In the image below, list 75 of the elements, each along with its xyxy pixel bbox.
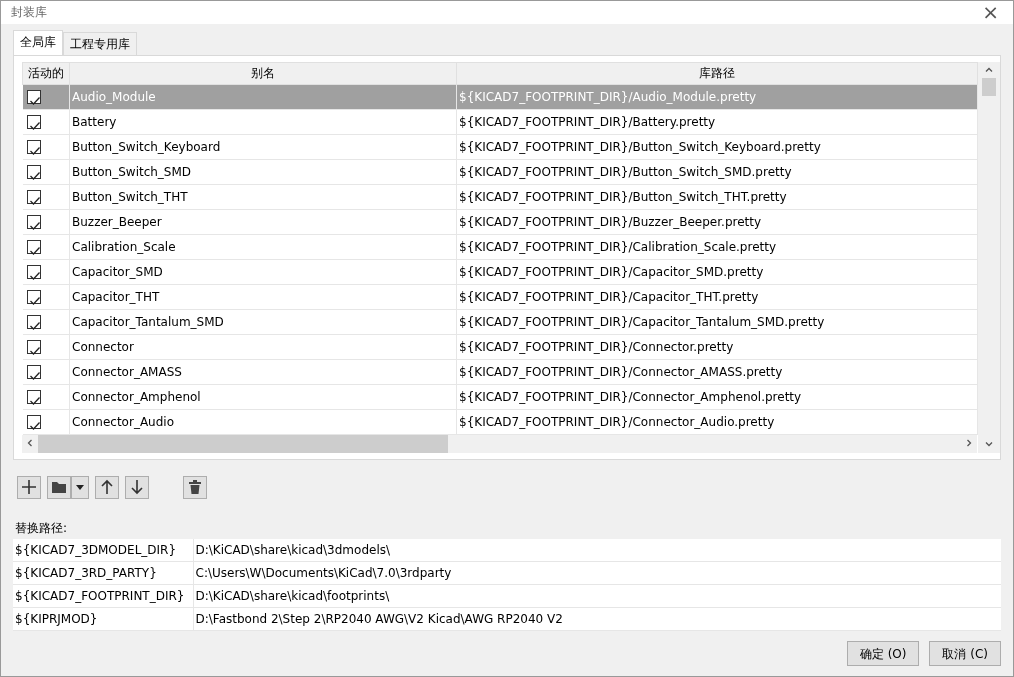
table-cell[interactable]: Buzzer_Beeper — [69, 209, 457, 234]
table-cell[interactable]: ${KICAD7_FOOTPRINT_DIR}/Connector_AMASS.pretty — [456, 359, 978, 384]
table-cell[interactable]: D:\KiCAD\share\kicad\3dmodels\ — [193, 538, 1001, 562]
checkbox[interactable] — [26, 140, 41, 154]
checkbox[interactable] — [26, 365, 41, 379]
scroll-left-icon[interactable] — [26, 439, 34, 448]
checkbox[interactable] — [26, 165, 41, 179]
folder-button[interactable] — [47, 475, 71, 499]
tab[interactable]: 工程专用库 — [63, 31, 137, 55]
table-cell[interactable]: Capacitor_THT — [69, 284, 457, 309]
checkbox[interactable] — [26, 265, 41, 279]
table-cell[interactable]: Capacitor_SMD — [69, 259, 457, 284]
move-up-button[interactable] — [95, 475, 119, 499]
tab[interactable]: 全局库 — [13, 29, 63, 55]
table-cell[interactable]: Button_Switch_SMD — [69, 159, 457, 184]
table-cell[interactable]: ${KICAD7_FOOTPRINT_DIR}/Buzzer_Beeper.pretty — [456, 209, 978, 234]
table-cell[interactable]: ${KICAD7_FOOTPRINT_DIR}/Button_Switch_SMD.pretty — [456, 159, 978, 184]
scroll-down-icon[interactable] — [985, 440, 993, 448]
dropdown-icon — [75, 483, 85, 491]
table-cell[interactable]: ${KICAD7_FOOTPRINT_DIR}/Battery.pretty — [456, 109, 978, 134]
table-cell[interactable]: ${KICAD7_3RD_PARTY} — [13, 561, 193, 585]
delete-button[interactable] — [183, 475, 207, 499]
column-header[interactable]: 别名 — [69, 62, 457, 84]
scroll-right-icon[interactable] — [965, 439, 973, 448]
checkbox[interactable] — [26, 315, 41, 329]
table-cell[interactable]: Connector_AMASS — [69, 359, 457, 384]
table-cell[interactable]: Button_Switch_THT — [69, 184, 457, 209]
close-button[interactable]: × — [978, 2, 1003, 23]
move-down-button[interactable] — [125, 475, 149, 499]
checkbox[interactable] — [26, 215, 41, 229]
dialog-button[interactable]: 取消 (C) — [929, 641, 1001, 666]
table-cell[interactable]: ${KICAD7_3DMODEL_DIR} — [13, 538, 193, 562]
table-cell[interactable]: D:\KiCAD\share\kicad\footprints\ — [193, 584, 1001, 608]
checkbox[interactable] — [26, 115, 41, 129]
table-cell[interactable]: ${KICAD7_FOOTPRINT_DIR}/Capacitor_Tantalum_SMD.pretty — [456, 309, 978, 334]
table-cell[interactable]: ${KICAD7_FOOTPRINT_DIR}/Connector_Audio.pretty — [456, 409, 978, 434]
column-header[interactable]: 库路径 — [456, 62, 978, 84]
table-cell[interactable]: Capacitor_Tantalum_SMD — [69, 309, 457, 334]
table-cell[interactable]: Battery — [69, 109, 457, 134]
table-cell[interactable]: Connector_Audio — [69, 409, 457, 434]
table-cell[interactable]: D:\Fastbond 2\Step 2\RP2040 AWG\V2 Kicad\AWG RP2040 V2 — [193, 607, 1001, 631]
table-cell[interactable]: ${KICAD7_FOOTPRINT_DIR} — [13, 584, 193, 608]
table-cell[interactable]: ${KICAD7_FOOTPRINT_DIR}/Button_Switch_THT.pretty — [456, 184, 978, 209]
add-button[interactable] — [17, 475, 41, 499]
table-cell[interactable]: ${KIPRJMOD} — [13, 607, 193, 631]
checkbox[interactable] — [26, 415, 41, 429]
table-cell[interactable]: Calibration_Scale — [69, 234, 457, 259]
table-cell[interactable]: Connector — [69, 334, 457, 359]
checkbox[interactable] — [26, 340, 41, 354]
dialog-button[interactable]: 确定 (O) — [846, 641, 920, 666]
dropdown-button[interactable] — [71, 475, 89, 499]
table-cell[interactable]: ${KICAD7_FOOTPRINT_DIR}/Capacitor_SMD.pretty — [456, 259, 978, 284]
window-title: 封装库 — [11, 4, 47, 22]
column-header[interactable]: 活动的 — [22, 62, 70, 84]
checkbox[interactable] — [26, 190, 41, 204]
table-cell[interactable]: Connector_Amphenol — [69, 384, 457, 409]
table-cell[interactable]: ${KICAD7_FOOTPRINT_DIR}/Button_Switch_Keyboard.pretty — [456, 134, 978, 159]
table-cell[interactable]: ${KICAD7_FOOTPRINT_DIR}/Connector_Amphenol.pretty — [456, 384, 978, 409]
table-cell[interactable]: ${KICAD7_FOOTPRINT_DIR}/Capacitor_THT.pretty — [456, 284, 978, 309]
table-cell[interactable]: ${KICAD7_FOOTPRINT_DIR}/Calibration_Scale.pretty — [456, 234, 978, 259]
delete-icon — [189, 480, 201, 494]
add-icon — [21, 479, 37, 495]
checkbox[interactable] — [26, 240, 41, 254]
table-cell[interactable]: Button_Switch_Keyboard — [69, 134, 457, 159]
move-down-icon — [130, 479, 144, 495]
checkbox[interactable] — [26, 390, 41, 404]
table-cell[interactable]: C:\Users\W\Documents\KiCad\7.0\3rdparty — [193, 561, 1001, 585]
scroll-up-icon[interactable] — [985, 65, 993, 74]
section-label: 替换路径: — [14, 519, 69, 537]
folder-icon — [51, 480, 67, 494]
scrollbar-thumb[interactable] — [982, 78, 996, 96]
table-cell[interactable]: ${KICAD7_FOOTPRINT_DIR}/Connector.pretty — [456, 334, 978, 359]
move-up-icon — [100, 479, 114, 495]
checkbox[interactable] — [26, 290, 41, 304]
checkbox[interactable] — [26, 90, 41, 104]
